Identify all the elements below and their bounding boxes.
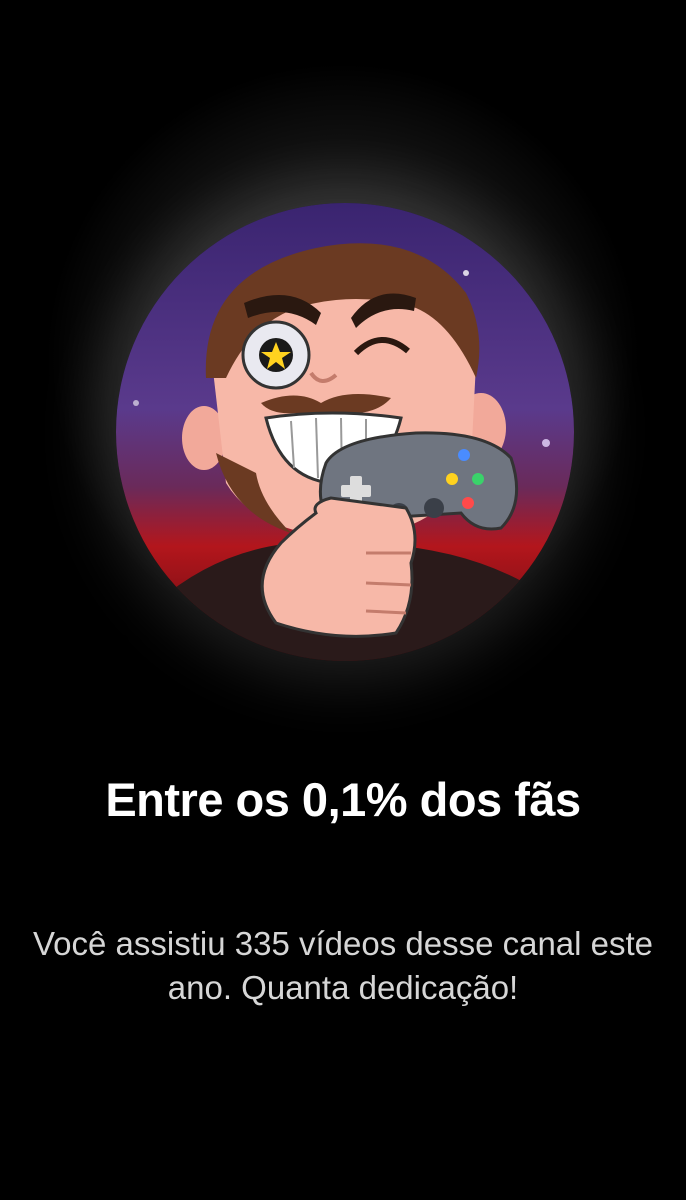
fan-rank-description: Você assistiu 335 vídeos desse canal est…	[32, 925, 654, 1006]
fan-recap-card: Entre os 0,1% dos fãs Você assistiu 335 …	[0, 0, 686, 1200]
fan-rank-title: Entre os 0,1% dos fãs	[105, 773, 581, 826]
channel-avatar-illustration	[116, 203, 574, 661]
channel-avatar	[116, 203, 574, 661]
